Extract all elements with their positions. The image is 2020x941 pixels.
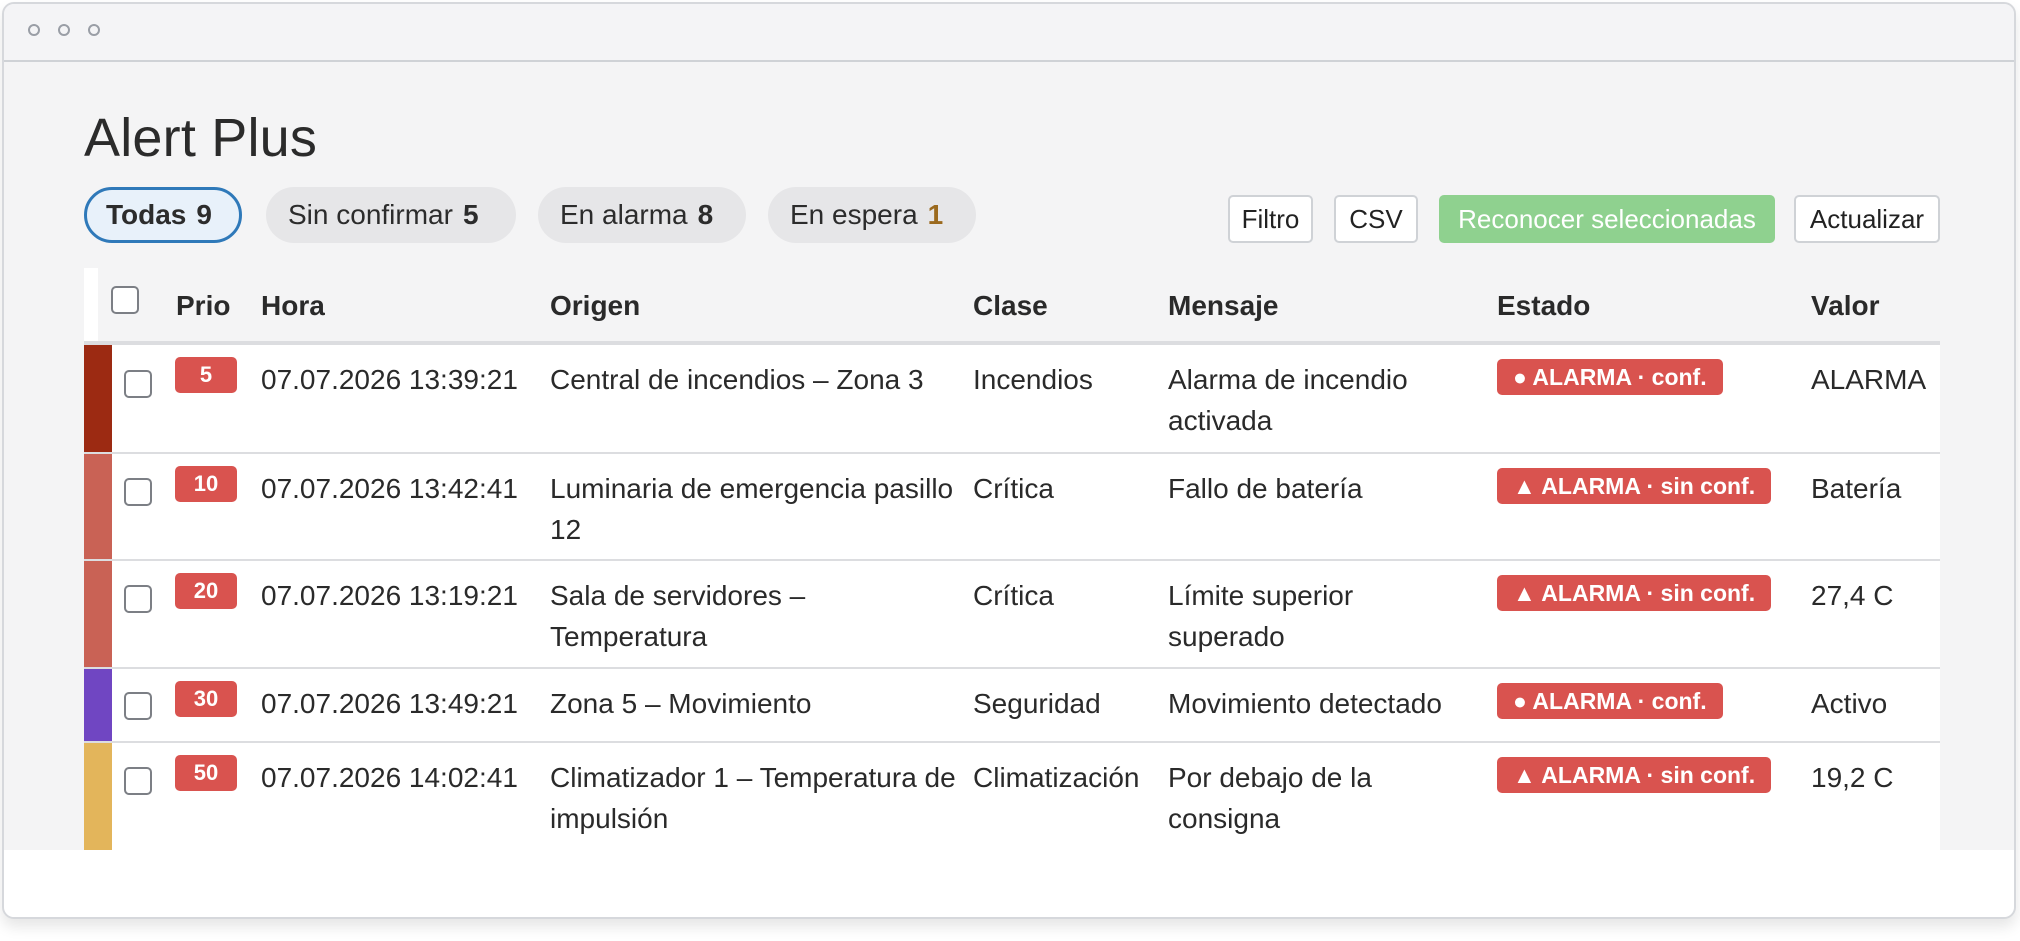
cell-hora: 07.07.2026 13:39:21 xyxy=(261,364,518,395)
table-row[interactable]: 30 07.07.2026 13:49:21 Zona 5 – Movimien… xyxy=(84,669,1940,743)
column-header-prio[interactable]: Prio xyxy=(176,290,230,322)
cell-clase: Incendios xyxy=(973,364,1093,395)
status-badge: ▲ ALARMA · sin conf. xyxy=(1497,757,1772,793)
filter-chip-label: Sin confirmar xyxy=(288,199,453,230)
column-header-origen[interactable]: Origen xyxy=(550,290,640,322)
column-header-hora[interactable]: Hora xyxy=(261,290,325,322)
filter-chip-todas[interactable]: Todas 9 xyxy=(84,187,242,243)
main-content: Alert Plus Todas 9 Sin confirmar 5 En alar… xyxy=(4,62,2014,917)
filter-chip-count: 8 xyxy=(697,199,714,230)
cell-clase: Seguridad xyxy=(973,688,1101,719)
csv-export-button[interactable]: CSV xyxy=(1334,195,1418,243)
cell-clase: Climatización xyxy=(973,762,1140,793)
select-all-checkbox[interactable] xyxy=(111,286,139,314)
cell-mensaje: Fallo de batería xyxy=(1168,473,1363,504)
table-row[interactable]: 20 07.07.2026 13:19:21 Sala de servidore… xyxy=(84,561,1940,669)
priority-badge: 50 xyxy=(175,755,237,791)
table-row[interactable]: 50 07.07.2026 14:02:41 Climatizador 1 – … xyxy=(84,743,1940,853)
row-select-checkbox[interactable] xyxy=(124,767,152,795)
cell-valor: ALARMA xyxy=(1811,364,1927,395)
cell-mensaje: Límite superior superado xyxy=(1168,580,1354,652)
cell-valor: 27,4 C xyxy=(1811,580,1894,611)
filter-chip-label: Todas xyxy=(106,199,187,230)
status-badge: ▲ ALARMA · sin conf. xyxy=(1497,575,1772,611)
cell-valor: Activo xyxy=(1811,688,1888,719)
row-select-checkbox[interactable] xyxy=(124,478,152,506)
acknowledge-selected-button[interactable]: Reconocer seleccionadas xyxy=(1439,195,1775,243)
column-header-valor[interactable]: Valor xyxy=(1811,290,1879,322)
filter-chip-count: 1 xyxy=(927,199,944,230)
priority-badge: 30 xyxy=(175,681,237,717)
window-maximize-dot[interactable] xyxy=(88,24,100,36)
cell-valor: 19,2 C xyxy=(1811,762,1894,793)
priority-color-bar xyxy=(84,454,112,559)
row-select-checkbox[interactable] xyxy=(124,370,152,398)
refresh-button[interactable]: Actualizar xyxy=(1794,195,1940,243)
priority-badge: 10 xyxy=(175,466,237,502)
cell-origen: Sala de servidores – Temperatura xyxy=(550,580,806,652)
cell-mensaje: Alarma de incendio activada xyxy=(1168,364,1408,436)
table-row[interactable]: 5 07.07.2026 13:39:21 Central de incendi… xyxy=(84,345,1940,454)
cell-origen: Zona 5 – Movimiento xyxy=(550,688,812,719)
cell-origen: Central de incendios – Zona 3 xyxy=(550,364,924,395)
priority-badge: 5 xyxy=(175,357,237,393)
priority-color-bar xyxy=(84,743,112,851)
column-header-mensaje[interactable]: Mensaje xyxy=(1168,290,1279,322)
cell-origen: Luminaria de emergencia pasillo 12 xyxy=(550,473,954,545)
priority-color-bar xyxy=(84,561,112,667)
filter-chip-en-alarma[interactable]: En alarma 8 xyxy=(538,187,746,243)
window-minimize-dot[interactable] xyxy=(58,24,70,36)
priority-badge: 20 xyxy=(175,573,237,609)
row-select-checkbox[interactable] xyxy=(124,692,152,720)
filter-chip-count: 9 xyxy=(196,199,212,230)
cell-clase: Crítica xyxy=(973,580,1054,611)
cell-valor: Batería xyxy=(1811,473,1902,504)
cell-mensaje: Por debajo de la consigna xyxy=(1168,762,1372,834)
table-row[interactable]: 10 07.07.2026 13:42:41 Luminaria de emer… xyxy=(84,454,1940,561)
window-titlebar xyxy=(4,4,2014,62)
status-badge: ● ALARMA · conf. xyxy=(1497,683,1723,719)
status-badge: ▲ ALARMA · sin conf. xyxy=(1497,468,1772,504)
column-header-estado[interactable]: Estado xyxy=(1497,290,1590,322)
cell-clase: Crítica xyxy=(973,473,1054,504)
cell-hora: 07.07.2026 13:49:21 xyxy=(261,688,518,719)
cell-origen: Climatizador 1 – Temperatura de impulsió… xyxy=(550,762,956,834)
app-window: Alert Plus Todas 9 Sin confirmar 5 En alar… xyxy=(2,2,2016,919)
filter-chip-en-espera[interactable]: En espera 1 xyxy=(768,187,976,243)
cell-hora: 07.07.2026 13:42:41 xyxy=(261,473,518,504)
filter-chip-label: En espera xyxy=(790,199,918,230)
page-title: Alert Plus xyxy=(84,108,318,168)
cell-mensaje: Movimiento detectado xyxy=(1168,688,1442,719)
cell-hora: 07.07.2026 13:19:21 xyxy=(261,580,518,611)
priority-color-bar xyxy=(84,345,112,452)
filter-button[interactable]: Filtro xyxy=(1228,195,1313,243)
filter-chip-label: En alarma xyxy=(560,199,688,230)
column-header-clase[interactable]: Clase xyxy=(973,290,1048,322)
page-footer-area xyxy=(4,850,2014,917)
filter-chip-sin-confirmar[interactable]: Sin confirmar 5 xyxy=(266,187,516,243)
status-badge: ● ALARMA · conf. xyxy=(1497,359,1723,395)
filter-chip-count: 5 xyxy=(462,199,479,230)
cell-hora: 07.07.2026 14:02:41 xyxy=(261,762,518,793)
window-close-dot[interactable] xyxy=(28,24,40,36)
priority-color-bar xyxy=(84,669,112,741)
row-select-checkbox[interactable] xyxy=(124,585,152,613)
table-header: Prio Hora Origen Clase Mensaje Estado Va… xyxy=(84,268,1940,345)
